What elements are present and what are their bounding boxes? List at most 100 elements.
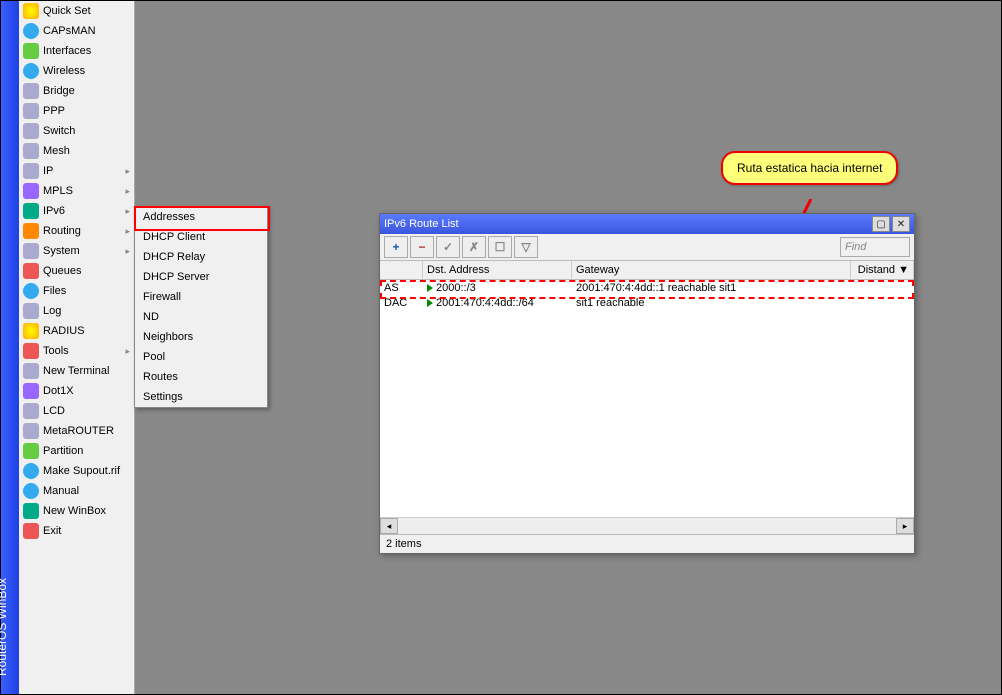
sidebar-icon	[23, 143, 39, 159]
filter-button[interactable]: ▽	[514, 236, 538, 258]
sidebar-item-label: Exit	[43, 525, 61, 537]
sidebar-item-make-supout-rif[interactable]: Make Supout.rif	[19, 461, 134, 481]
submenu-item-routes[interactable]: Routes	[135, 367, 267, 387]
sidebar-item-label: RADIUS	[43, 325, 85, 337]
sidebar-item-new-terminal[interactable]: New Terminal	[19, 361, 134, 381]
submenu-item-nd[interactable]: ND	[135, 307, 267, 327]
disable-button[interactable]: ✗	[462, 236, 486, 258]
window-titlebar[interactable]: IPv6 Route List ▢ ✕	[380, 214, 914, 234]
sidebar-item-bridge[interactable]: Bridge	[19, 81, 134, 101]
comment-button[interactable]: ☐	[488, 236, 512, 258]
sidebar-item-label: PPP	[43, 105, 65, 117]
sidebar-item-label: LCD	[43, 405, 65, 417]
scroll-left-button[interactable]: ◂	[380, 518, 398, 534]
cell-dst: 2000::/3	[423, 282, 572, 294]
col-flags[interactable]	[380, 261, 423, 279]
window-minimize-button[interactable]: ▢	[872, 216, 890, 232]
window-close-button[interactable]: ✕	[892, 216, 910, 232]
sidebar-item-capsman[interactable]: CAPsMAN	[19, 21, 134, 41]
cell-flags: AS	[380, 282, 423, 294]
sidebar-icon	[23, 83, 39, 99]
sidebar-item-label: Quick Set	[43, 5, 91, 17]
sidebar: Quick Set CAPsMAN Interfaces Wireless Bridge…	[19, 1, 135, 694]
vertical-title-bar: RouterOS WinBox	[1, 1, 19, 694]
sidebar-item-files[interactable]: Files	[19, 281, 134, 301]
cell-gateway: 2001:470:4:4dd::1 reachable sit1	[572, 282, 851, 294]
sidebar-item-system[interactable]: System	[19, 241, 134, 261]
sidebar-item-wireless[interactable]: Wireless	[19, 61, 134, 81]
submenu-item-firewall[interactable]: Firewall	[135, 287, 267, 307]
sidebar-item-switch[interactable]: Switch	[19, 121, 134, 141]
sidebar-icon	[23, 383, 39, 399]
sidebar-icon	[23, 103, 39, 119]
sidebar-item-label: Files	[43, 285, 66, 297]
sidebar-icon	[23, 303, 39, 319]
submenu-item-neighbors[interactable]: Neighbors	[135, 327, 267, 347]
col-dst-address[interactable]: Dst. Address	[423, 261, 572, 279]
sidebar-icon	[23, 43, 39, 59]
submenu-item-dhcp-server[interactable]: DHCP Server	[135, 267, 267, 287]
sidebar-item-queues[interactable]: Queues	[19, 261, 134, 281]
sidebar-icon	[23, 523, 39, 539]
sidebar-icon	[23, 243, 39, 259]
sidebar-item-radius[interactable]: RADIUS	[19, 321, 134, 341]
sidebar-item-dot1x[interactable]: Dot1X	[19, 381, 134, 401]
add-button[interactable]: +	[384, 236, 408, 258]
sidebar-item-label: Wireless	[43, 65, 85, 77]
sidebar-item-ip[interactable]: IP	[19, 161, 134, 181]
sidebar-icon	[23, 443, 39, 459]
remove-button[interactable]: −	[410, 236, 434, 258]
submenu-item-pool[interactable]: Pool	[135, 347, 267, 367]
sidebar-icon	[23, 223, 39, 239]
sidebar-item-mesh[interactable]: Mesh	[19, 141, 134, 161]
sidebar-icon	[23, 63, 39, 79]
submenu-item-dhcp-client[interactable]: DHCP Client	[135, 227, 267, 247]
sidebar-item-label: CAPsMAN	[43, 25, 96, 37]
enable-button[interactable]: ✓	[436, 236, 460, 258]
sidebar-icon	[23, 123, 39, 139]
sidebar-item-label: IPv6	[43, 205, 65, 217]
submenu-item-dhcp-relay[interactable]: DHCP Relay	[135, 247, 267, 267]
col-distance[interactable]: Distand ▼	[851, 261, 914, 279]
submenu-item-addresses[interactable]: Addresses	[135, 207, 267, 227]
sidebar-item-mpls[interactable]: MPLS	[19, 181, 134, 201]
sidebar-icon	[23, 3, 39, 19]
horizontal-scrollbar[interactable]: ◂ ▸	[380, 517, 914, 534]
table-row[interactable]: DAC2001:470:4:4dd::/64sit1 reachable	[380, 295, 914, 310]
sidebar-icon	[23, 503, 39, 519]
sidebar-item-metarouter[interactable]: MetaROUTER	[19, 421, 134, 441]
sidebar-item-exit[interactable]: Exit	[19, 521, 134, 541]
sidebar-icon	[23, 363, 39, 379]
sidebar-item-tools[interactable]: Tools	[19, 341, 134, 361]
sidebar-icon	[23, 323, 39, 339]
sidebar-item-label: MPLS	[43, 185, 73, 197]
sidebar-item-routing[interactable]: Routing	[19, 221, 134, 241]
table-row[interactable]: AS2000::/32001:470:4:4dd::1 reachable si…	[380, 280, 914, 295]
sidebar-item-log[interactable]: Log	[19, 301, 134, 321]
route-list-window: IPv6 Route List ▢ ✕ + − ✓ ✗ ☐ ▽ Find Dst…	[379, 213, 915, 554]
sidebar-item-label: Tools	[43, 345, 69, 357]
column-headers[interactable]: Dst. Address Gateway Distand ▼	[380, 261, 914, 280]
status-text: 2 items	[386, 538, 421, 550]
scroll-right-button[interactable]: ▸	[896, 518, 914, 534]
col-gateway[interactable]: Gateway	[572, 261, 851, 279]
sidebar-item-quick-set[interactable]: Quick Set	[19, 1, 134, 21]
sidebar-item-label: Log	[43, 305, 61, 317]
sidebar-item-ipv6[interactable]: IPv6	[19, 201, 134, 221]
sidebar-icon	[23, 283, 39, 299]
sidebar-icon	[23, 183, 39, 199]
submenu-item-settings[interactable]: Settings	[135, 387, 267, 407]
sidebar-item-label: Mesh	[43, 145, 70, 157]
sidebar-item-label: Interfaces	[43, 45, 91, 57]
sidebar-item-new-winbox[interactable]: New WinBox	[19, 501, 134, 521]
route-rows: AS2000::/32001:470:4:4dd::1 reachable si…	[380, 280, 914, 517]
window-title: IPv6 Route List	[384, 218, 459, 230]
find-input[interactable]: Find	[840, 237, 910, 257]
sidebar-item-label: IP	[43, 165, 53, 177]
sidebar-item-partition[interactable]: Partition	[19, 441, 134, 461]
sidebar-item-manual[interactable]: Manual	[19, 481, 134, 501]
sidebar-item-ppp[interactable]: PPP	[19, 101, 134, 121]
sidebar-item-interfaces[interactable]: Interfaces	[19, 41, 134, 61]
sidebar-icon	[23, 23, 39, 39]
sidebar-item-lcd[interactable]: LCD	[19, 401, 134, 421]
